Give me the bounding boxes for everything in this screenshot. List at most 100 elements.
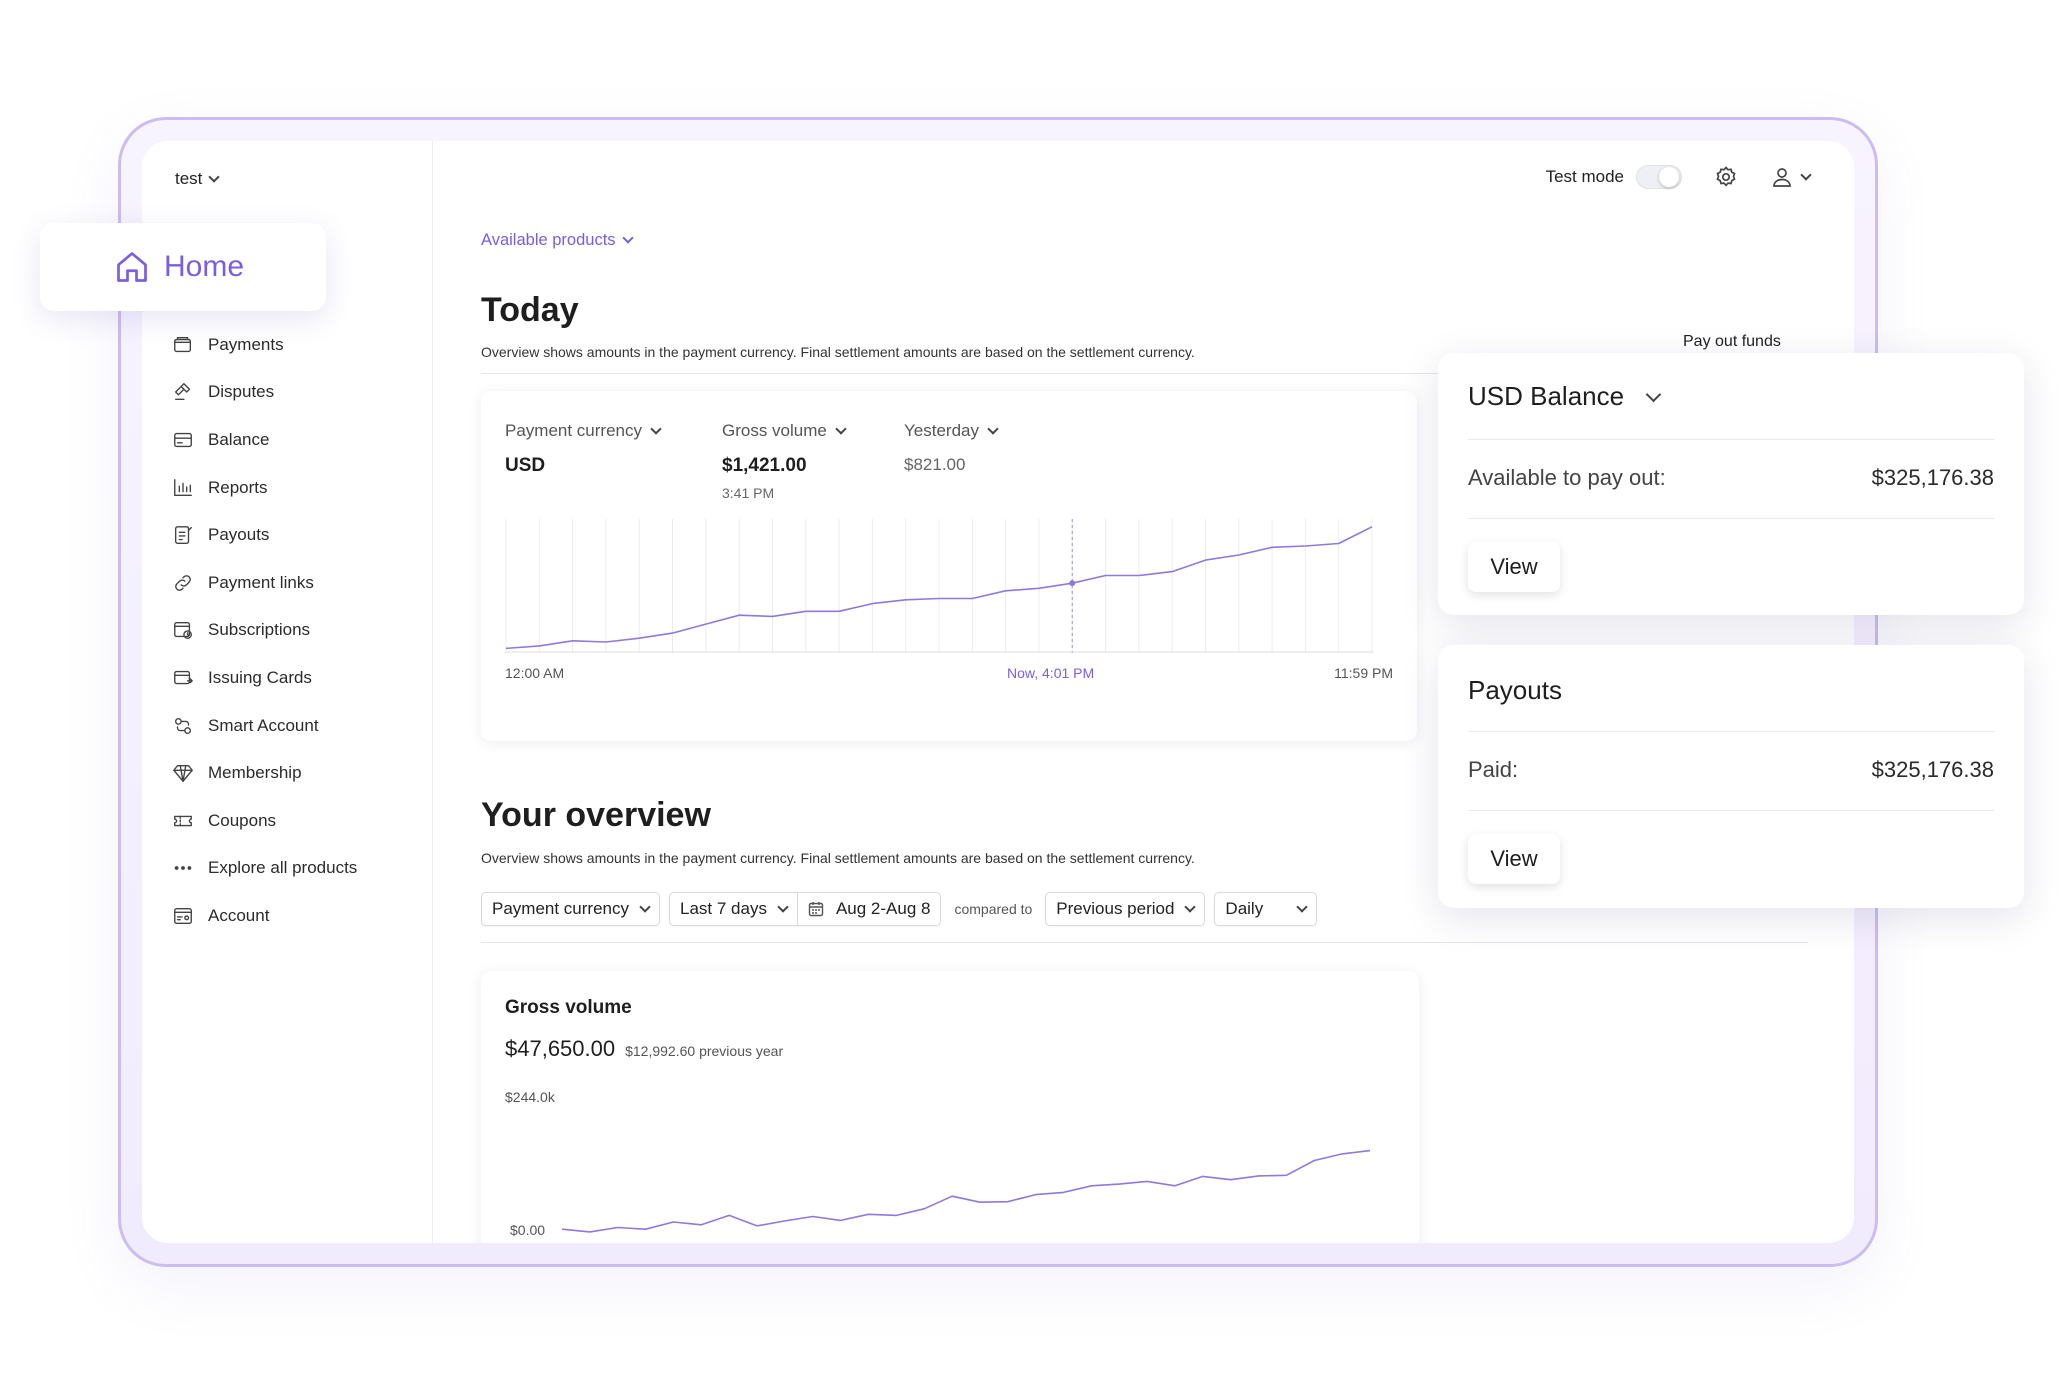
card-icon: [174, 432, 192, 448]
gross-card-value: $47,650.00: [505, 1036, 616, 1061]
yesterday-dropdown[interactable]: Yesterday: [904, 421, 999, 441]
user-icon: [1773, 168, 1791, 187]
y-axis-bottom-label: $0.00: [510, 1222, 546, 1238]
sidebar-item-label: Account: [208, 905, 270, 925]
payment-currency-kpi: Payment currency USD: [505, 421, 662, 477]
sidebar-item-explore-all-products[interactable]: Explore all products: [172, 845, 357, 893]
axis-end-label: 11:59 PM: [1334, 665, 1393, 681]
yesterday-kpi: Yesterday $821.00: [904, 421, 999, 475]
home-label: Home: [164, 250, 245, 283]
filter-interval[interactable]: Daily: [1214, 892, 1318, 926]
filter-compare[interactable]: Previous period: [1045, 892, 1206, 926]
payouts-view-button[interactable]: View: [1468, 834, 1560, 884]
gavel-icon: [174, 383, 191, 401]
sidebar-item-payment-links[interactable]: Payment links: [172, 559, 357, 607]
chevron-down-icon: [621, 232, 634, 244]
chevron-down-icon: [1800, 168, 1812, 181]
sidebar-item-label: Disputes: [208, 382, 275, 402]
sidebar-item-label: Payments: [208, 334, 284, 354]
sidebar-item-label: Membership: [208, 763, 302, 783]
filter-interval-label: Daily: [1225, 899, 1264, 918]
pay-out-funds-button[interactable]: Pay out funds: [1683, 333, 1781, 351]
chevron-down-icon: [1645, 386, 1662, 402]
sidebar-item-label: Issuing Cards: [208, 667, 312, 687]
payouts-title: Payouts: [1468, 675, 1562, 705]
date-range-group: Last 7 days Aug 2-Aug 8: [669, 892, 942, 926]
gross-volume-chart: [561, 1149, 1371, 1233]
sidebar-item-disputes[interactable]: Disputes: [172, 369, 357, 417]
available-products-link[interactable]: Available products: [481, 231, 634, 250]
wallet-icon: [174, 336, 192, 352]
filter-compare-label: Previous period: [1056, 899, 1175, 918]
today-note: Overview shows amounts in the payment cu…: [481, 344, 1195, 360]
user-menu-button[interactable]: [1770, 165, 1812, 189]
payouts-divider-2: [1468, 810, 1994, 811]
home-icon: [117, 252, 147, 282]
filter-range[interactable]: Last 7 days: [670, 893, 797, 925]
chevron-down-icon: [987, 422, 999, 435]
chevron-down-icon: [208, 170, 221, 183]
gross-volume-kpi: Gross volume $1,421.00 3:41 PM: [722, 421, 847, 501]
filter-dates-label: Aug 2-Aug 8: [835, 899, 931, 918]
account-card-icon: [174, 907, 192, 924]
gross-volume-card[interactable]: Gross volume $47,650.00 $12,992.60 previ…: [481, 971, 1419, 1243]
bar-chart-icon: [174, 478, 192, 496]
chevron-down-icon: [1296, 900, 1309, 913]
sidebar-item-label: Explore all products: [208, 858, 358, 878]
account-name: test: [175, 169, 203, 188]
sidebar-item-membership[interactable]: Membership: [172, 749, 357, 797]
filter-dates[interactable]: Aug 2-Aug 8: [796, 893, 941, 925]
gross-card-values: $47,650.00 $12,992.60 previous year: [505, 1036, 783, 1062]
payment-currency-label: Payment currency: [505, 421, 642, 440]
payment-currency-value: USD: [505, 455, 546, 476]
sidebar-item-account[interactable]: Account: [172, 892, 357, 940]
sidebar-item-label: Smart Account: [208, 715, 319, 735]
chevron-down-icon: [639, 900, 651, 913]
sidebar-item-payments[interactable]: Payments: [172, 321, 357, 369]
topbar-actions: Test mode: [1546, 165, 1812, 189]
sidebar-item-label: Subscriptions: [208, 620, 311, 640]
gross-volume-value: $1,421.00: [722, 455, 807, 476]
test-mode-toggle[interactable]: [1636, 165, 1682, 189]
sidebar-item-coupons[interactable]: Coupons: [172, 797, 357, 845]
available-value: $325,176.38: [1871, 465, 1994, 490]
filter-currency[interactable]: Payment currency: [481, 892, 660, 926]
payouts-card: Payouts Paid: $325,176.38 View: [1438, 645, 2024, 908]
sidebar-item-home[interactable]: Home: [40, 223, 326, 311]
sidebar-item-smart-account[interactable]: Smart Account: [172, 702, 357, 750]
sidebar-item-reports[interactable]: Reports: [172, 464, 357, 512]
available-label: Available to pay out:: [1468, 465, 1666, 490]
filter-range-label: Last 7 days: [680, 899, 767, 918]
chevron-down-icon: [835, 422, 847, 435]
sidebar-item-issuing-cards[interactable]: Issuing Cards: [172, 654, 357, 702]
usd-balance-title-row[interactable]: USD Balance: [1468, 381, 1662, 412]
sidebar-item-payouts[interactable]: Payouts: [172, 511, 357, 559]
usd-balance-card: USD Balance Available to pay out: $325,1…: [1438, 353, 2024, 615]
smart-account-icon: [174, 717, 192, 734]
chevron-down-icon: [650, 422, 662, 435]
usd-balance-title: USD Balance: [1468, 381, 1625, 411]
overview-filters: Payment currency Last 7 days Aug 2-Aug 8…: [481, 892, 1318, 926]
settings-button[interactable]: [1714, 165, 1738, 189]
available-products-label: Available products: [481, 231, 616, 249]
payouts-divider-1: [1468, 731, 1994, 732]
account-switcher[interactable]: test: [175, 169, 221, 189]
sidebar-item-label: Payouts: [208, 525, 270, 545]
data-point: [1069, 580, 1076, 587]
today-card: Payment currency USD Gross volume $1,421…: [481, 391, 1417, 741]
gross-card-previous: $12,992.60 previous year: [625, 1043, 784, 1059]
yesterday-value: $821.00: [904, 455, 966, 474]
balance-view-button[interactable]: View: [1468, 542, 1560, 592]
chevron-down-icon: [1184, 900, 1197, 913]
overview-divider: [481, 942, 1808, 943]
payout-doc-icon: [174, 526, 192, 545]
sidebar-item-subscriptions[interactable]: Subscriptions: [172, 607, 357, 655]
sidebar-item-balance[interactable]: Balance: [172, 416, 357, 464]
today-heading: Today: [481, 291, 579, 329]
payment-currency-dropdown[interactable]: Payment currency: [505, 421, 662, 441]
gross-volume-dropdown[interactable]: Gross volume: [722, 421, 847, 441]
today-chart: [505, 519, 1373, 653]
available-row: Available to pay out: $325,176.38: [1468, 465, 1994, 491]
chevron-down-icon: [777, 900, 789, 913]
compared-to-label: compared to: [954, 901, 1033, 917]
